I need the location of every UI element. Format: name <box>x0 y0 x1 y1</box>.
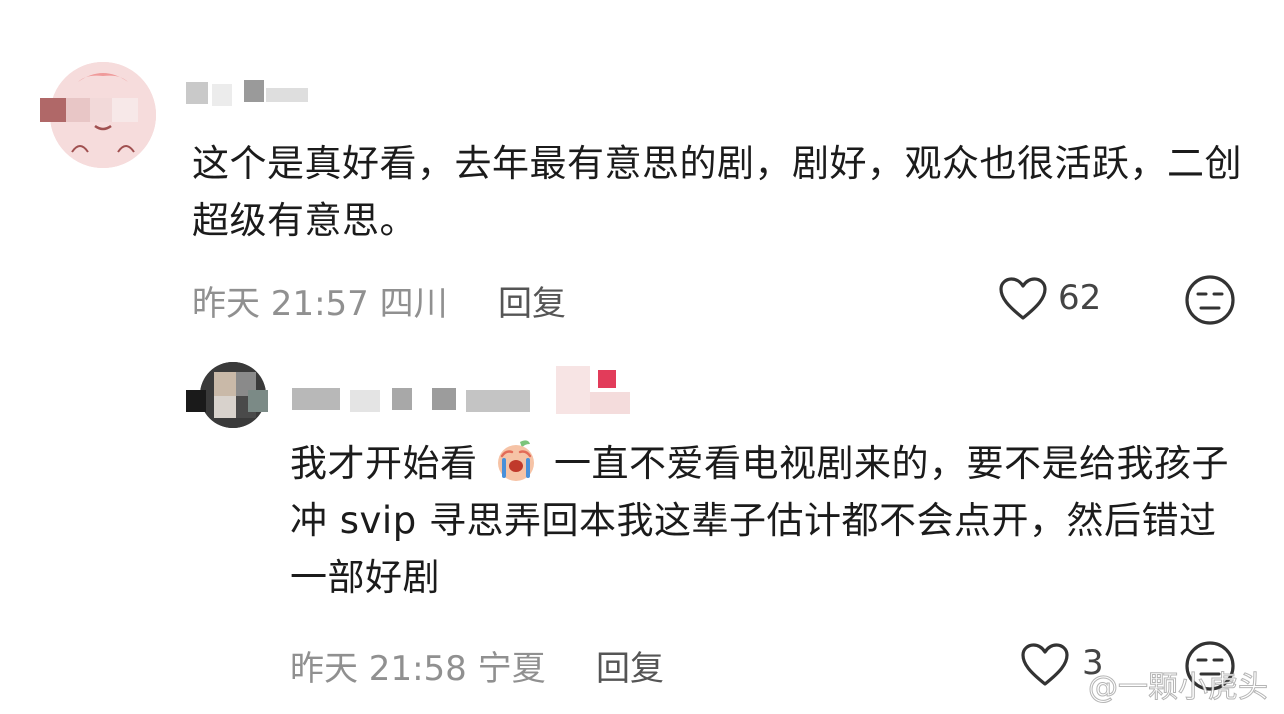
username-blurred <box>212 84 232 106</box>
comment-time-location: 昨天 21:57 四川 <box>192 284 448 324</box>
username-blurred <box>244 80 264 102</box>
weibo-watermark: @一颗小虎头 <box>1088 670 1269 706</box>
username-blurred[interactable] <box>292 388 340 410</box>
comment-text: 我才开始看 一直不爱看电视剧来的，要不是给我孩子冲 svip 寻思弄回本我这辈子… <box>290 435 1250 606</box>
reply-button[interactable]: 回复 <box>596 641 664 690</box>
mosaic-block <box>40 98 66 122</box>
mosaic-block <box>90 98 112 122</box>
username-blurred <box>266 88 308 102</box>
reply-button[interactable]: 回复 <box>498 276 566 325</box>
badge-blurred <box>590 392 630 414</box>
badge-blurred <box>556 366 590 414</box>
neutral-face-icon[interactable] <box>1184 274 1236 326</box>
comment-text: 这个是真好看，去年最有意思的剧，剧好，观众也很活跃，二创超级有意思。 <box>192 142 1242 242</box>
heart-outline-icon[interactable] <box>998 276 1048 322</box>
mosaic-block <box>186 390 206 412</box>
badge-blurred <box>598 370 616 388</box>
mosaic-block <box>66 98 90 122</box>
username-blurred[interactable] <box>186 82 208 104</box>
crying-peach-emoji <box>497 440 534 481</box>
mosaic-block <box>112 98 138 122</box>
mosaic-block <box>248 390 268 412</box>
heart-outline-icon[interactable] <box>1020 642 1070 688</box>
username-blurred <box>392 388 412 410</box>
comment-text-part: 我才开始看 <box>290 442 478 485</box>
username-blurred <box>350 390 380 412</box>
comment-time-location: 昨天 21:58 宁夏 <box>290 649 546 689</box>
username-blurred <box>432 388 456 410</box>
like-count: 62 <box>1058 278 1102 318</box>
username-blurred <box>466 390 530 412</box>
